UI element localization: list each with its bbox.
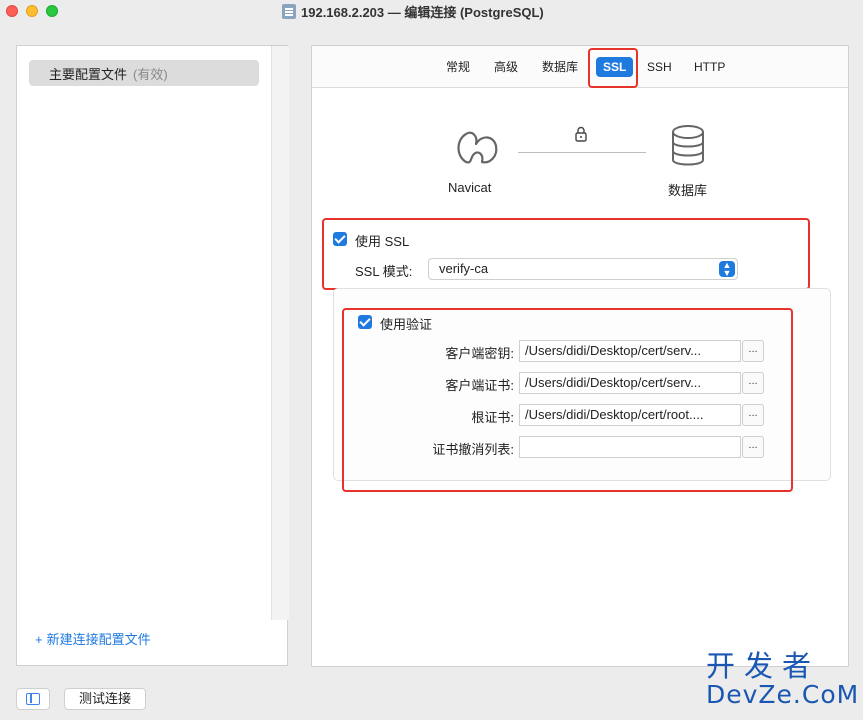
database-icon [672,125,704,166]
tab-database[interactable]: 数据库 [542,57,578,77]
tab-http[interactable]: HTTP [694,57,725,77]
chevron-updown-icon: ▲ ▼ [719,261,735,278]
document-icon [282,3,296,19]
new-profile-label: 新建连接配置文件 [46,632,151,647]
profile-list-scrollbar[interactable] [271,46,289,620]
close-window-button[interactable] [6,5,18,17]
tab-advanced[interactable]: 高级 [494,57,518,77]
ssl-mode-label: SSL 模式: [355,264,413,279]
use-ssl-checkbox[interactable] [333,232,347,246]
settings-panel: 常规 高级 数据库 SSL SSH HTTP Navicat 数据库 使用 SS… [311,45,849,667]
test-connection-button[interactable]: 测试连接 [64,688,146,710]
verification-highlight [342,308,793,492]
navicat-label: Navicat [448,180,492,195]
profile-name: 主要配置文件 [49,66,128,82]
new-profile-link[interactable]: + 新建连接配置文件 [35,629,151,648]
profile-list-panel: 主要配置文件 (有效) + 新建连接配置文件 [16,45,289,666]
use-ssl-label: 使用 SSL [355,234,410,249]
tab-bar: 常规 高级 数据库 SSL SSH HTTP [312,46,848,88]
plus-icon: + [35,632,43,647]
title-bar: 192.168.2.203 — 编辑连接 (PostgreSQL) [0,0,863,22]
tab-ssh[interactable]: SSH [647,57,672,77]
ssl-mode-value: verify-ca [439,261,489,276]
window-title: 192.168.2.203 — 编辑连接 (PostgreSQL) [282,2,544,20]
profile-item-main[interactable]: 主要配置文件 (有效) [29,60,259,86]
database-label: 数据库 [668,183,708,198]
navicat-logo-icon [457,131,498,164]
connection-line [518,152,646,153]
sidebar-icon [26,693,40,705]
watermark-bottom: DevZe.CoM [706,680,860,709]
watermark: 开发者 DevZe.CoM [706,649,860,709]
window-title-text: 192.168.2.203 — 编辑连接 (PostgreSQL) [301,4,544,20]
ssl-tab-highlight [588,48,638,88]
ssl-mode-select[interactable]: verify-ca ▲ ▼ [428,258,738,280]
sidebar-toggle-button[interactable] [16,688,50,710]
profile-state: (有效) [133,66,168,82]
lock-icon [575,126,587,142]
tab-general[interactable]: 常规 [446,57,470,77]
minimize-window-button[interactable] [26,5,38,17]
watermark-top: 开发者 [706,649,821,683]
maximize-window-button[interactable] [46,5,58,17]
